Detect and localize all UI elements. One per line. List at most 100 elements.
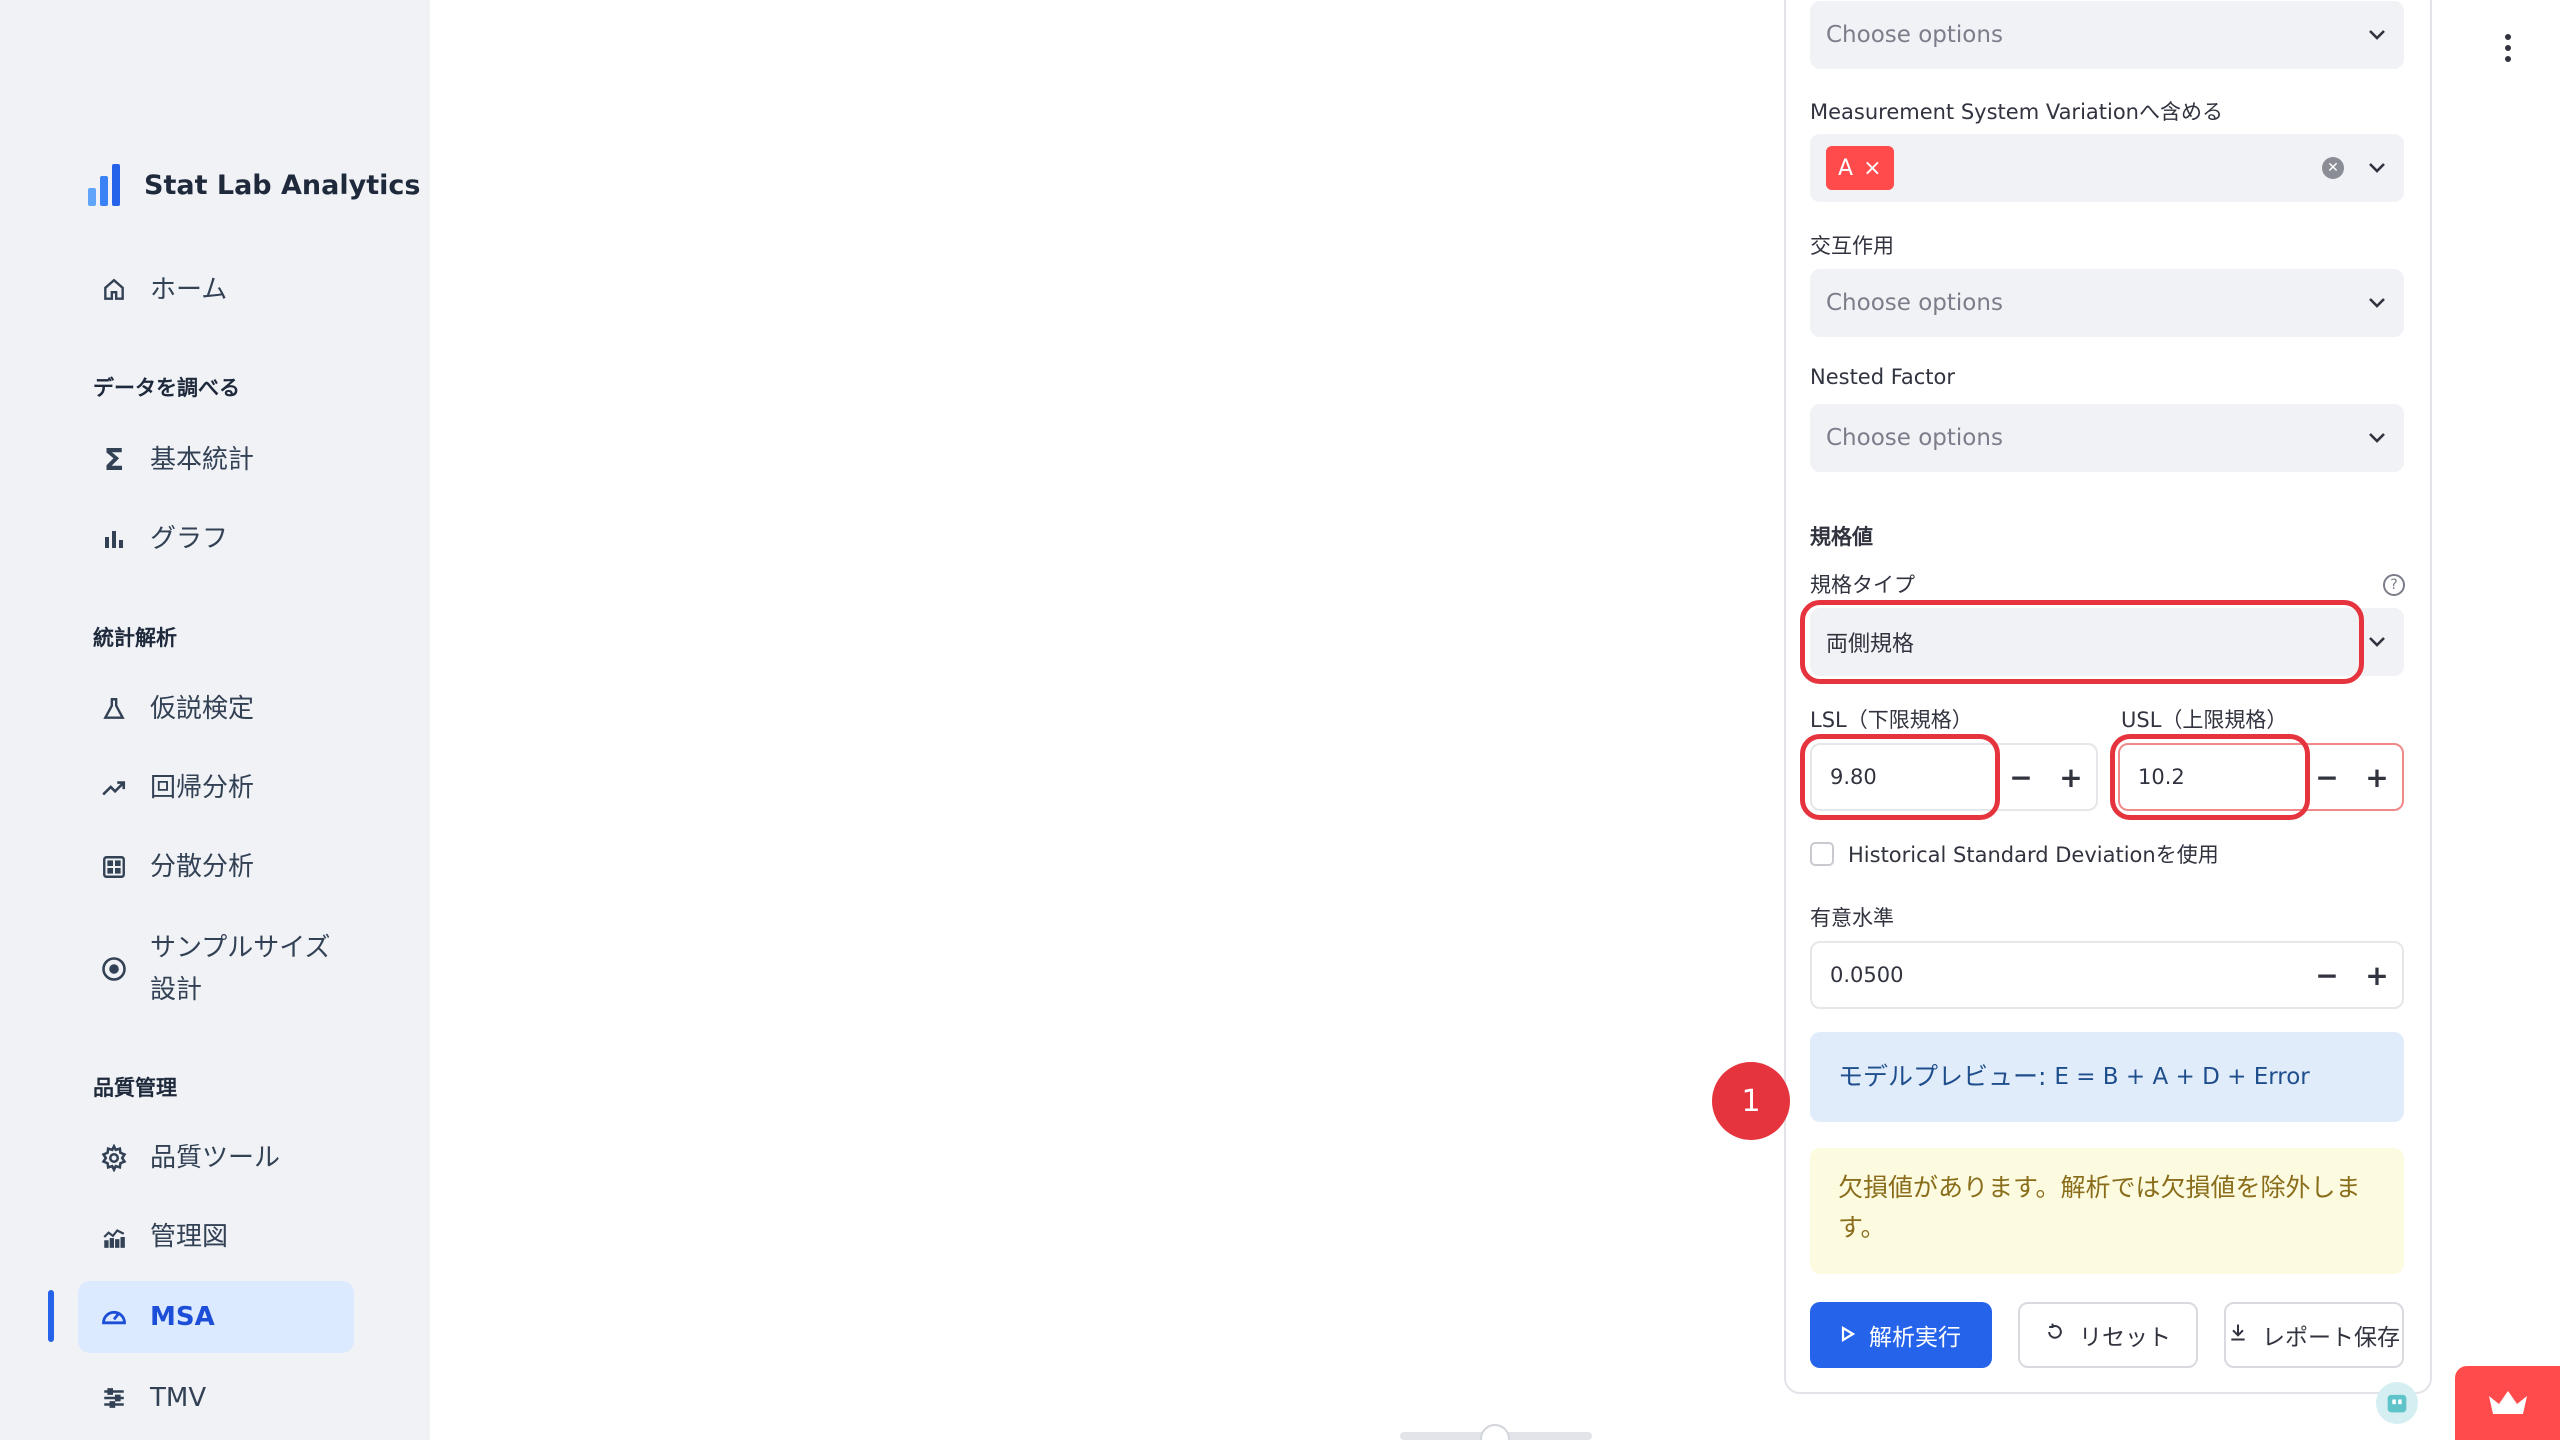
sidebar: Stat Lab Analytics ホーム データを調べる Σ 基本統計 グラ… [0, 0, 430, 1440]
sidebar-item-hypothesis[interactable]: 仮説検定 [78, 673, 354, 745]
spec-type-value: 両側規格 [1826, 632, 1915, 657]
spec-type-label: 規格タイプ [1810, 573, 1915, 597]
sidebar-item-label: サンプルサイズ 設計 [150, 933, 331, 1005]
chip-label: A [1838, 155, 1854, 181]
save-label: レポート保存 [2262, 1325, 2400, 1351]
missing-value-warning: 欠損値があります。解析では欠損値を除外します。 [1810, 1148, 2404, 1274]
sliders-icon [78, 1385, 150, 1411]
alpha-decrement-button[interactable]: − [2302, 943, 2352, 1007]
reset-label: リセット [2079, 1325, 2171, 1351]
alpha-increment-button[interactable]: + [2352, 943, 2402, 1007]
sidebar-item-label: 仮説検定 [150, 694, 255, 724]
selected-chip[interactable]: A × [1826, 146, 1894, 190]
chevron-down-icon [2366, 157, 2388, 179]
section-title-quality: 品質管理 [93, 1076, 177, 1100]
flask-icon [78, 696, 150, 722]
model-preview-alert: モデルプレビュー: E = B + A + D + Error [1810, 1032, 2404, 1122]
lsl-decrement-button[interactable]: − [1996, 745, 2046, 809]
bar-chart-icon [78, 527, 150, 551]
select-placeholder: Choose options [1826, 425, 2003, 451]
alpha-number-input[interactable]: 0.0500 − + [1810, 941, 2404, 1009]
reset-icon [2045, 1322, 2065, 1348]
sigma-icon: Σ [103, 442, 125, 478]
save-report-button[interactable]: レポート保存 [2224, 1302, 2404, 1368]
sidebar-item-label: TMV [150, 1383, 207, 1413]
app-name: Stat Lab Analytics [144, 169, 421, 201]
sidebar-item-label: ホーム [150, 275, 228, 305]
top-multiselect[interactable]: Choose options [1810, 1, 2404, 69]
sidebar-item-label: 品質ツール [150, 1143, 281, 1173]
nested-label: Nested Factor [1810, 365, 1956, 389]
app-mascot-icon [2376, 1382, 2418, 1424]
active-indicator [48, 1290, 54, 1342]
spec-type-select[interactable]: 両側規格 [1810, 608, 2404, 676]
chevron-down-icon [2366, 292, 2388, 314]
trend-up-icon [78, 775, 150, 801]
brand[interactable]: Stat Lab Analytics [88, 164, 420, 206]
sidebar-item-label: 基本統計 [150, 445, 255, 475]
sidebar-item-label: 回帰分析 [150, 773, 255, 803]
select-placeholder: Choose options [1826, 290, 2003, 316]
alpha-value[interactable]: 0.0500 [1812, 963, 2302, 987]
interaction-multiselect[interactable]: Choose options [1810, 269, 2404, 337]
help-icon[interactable]: ? [2383, 574, 2405, 596]
msv-label: Measurement System Variationへ含める [1810, 100, 2223, 124]
chevron-down-icon [2366, 631, 2388, 653]
section-title-explore: データを調べる [93, 376, 240, 400]
sidebar-item-anova[interactable]: 分散分析 [78, 831, 354, 903]
sidebar-item-quality-tools[interactable]: 品質ツール [78, 1122, 354, 1194]
sidebar-item-graph[interactable]: グラフ [78, 503, 354, 575]
chevron-down-icon [2366, 24, 2388, 46]
play-icon [1841, 1322, 1856, 1348]
gear-icon [78, 1144, 150, 1172]
resize-knob[interactable] [1480, 1424, 1510, 1440]
sidebar-item-label: 分散分析 [150, 852, 255, 882]
select-placeholder: Choose options [1826, 22, 2003, 48]
usl-label: USL（上限規格） [2121, 708, 2288, 732]
chip-remove-icon[interactable]: × [1863, 156, 1881, 181]
reset-button[interactable]: リセット [2018, 1302, 2198, 1368]
model-preview-prefix: モデルプレビュー: [1838, 1062, 2055, 1091]
download-icon [2228, 1322, 2248, 1348]
lsl-number-input[interactable]: 9.80 − + [1810, 743, 2098, 811]
sidebar-item-label: グラフ [150, 524, 229, 554]
annotation-badge: 1 [1712, 1062, 1790, 1140]
chip-container: A × [1826, 146, 2322, 190]
kebab-menu-icon[interactable] [2498, 34, 2518, 62]
sidebar-item-control-chart[interactable]: 管理図 [78, 1201, 354, 1273]
model-preview-formula: E = B + A + D + Error [2054, 1064, 2310, 1090]
sidebar-item-sample-size[interactable]: サンプルサイズ 設計 [78, 924, 354, 1014]
bar-chart-logo-icon [88, 164, 128, 206]
sidebar-item-home[interactable]: ホーム [78, 254, 354, 326]
target-icon [78, 955, 150, 983]
run-label: 解析実行 [1869, 1325, 1961, 1351]
historical-sd-label: Historical Standard Deviationを使用 [1848, 843, 2219, 867]
alpha-label: 有意水準 [1810, 906, 1894, 930]
usl-value[interactable]: 10.2 [2120, 765, 2302, 789]
sidebar-item-label: 管理図 [150, 1222, 229, 1252]
lsl-label: LSL（下限規格） [1810, 708, 1973, 732]
home-icon [78, 277, 150, 303]
spec-section-heading: 規格値 [1810, 525, 1873, 549]
sidebar-item-label: MSA [150, 1302, 215, 1332]
interaction-label: 交互作用 [1810, 234, 1894, 258]
sidebar-item-tmv[interactable]: TMV [78, 1362, 354, 1434]
chevron-down-icon [2366, 427, 2388, 449]
crown-icon-button[interactable] [2455, 1366, 2560, 1440]
usl-number-input[interactable]: 10.2 − + [2118, 743, 2404, 811]
lsl-value[interactable]: 9.80 [1812, 765, 1996, 789]
control-chart-icon [78, 1224, 150, 1250]
run-analysis-button[interactable]: 解析実行 [1810, 1302, 1992, 1368]
historical-sd-checkbox[interactable] [1810, 842, 1834, 866]
usl-increment-button[interactable]: + [2352, 745, 2402, 809]
lsl-increment-button[interactable]: + [2046, 745, 2096, 809]
sidebar-item-regression[interactable]: 回帰分析 [78, 752, 354, 824]
usl-decrement-button[interactable]: − [2302, 745, 2352, 809]
gauge-icon [78, 1303, 150, 1331]
msv-multiselect[interactable]: A × ✕ [1810, 134, 2404, 202]
section-title-analysis: 統計解析 [93, 626, 177, 650]
clear-all-icon[interactable]: ✕ [2322, 157, 2344, 179]
sidebar-item-msa[interactable]: MSA [78, 1281, 354, 1353]
sidebar-item-basic-stats[interactable]: Σ 基本統計 [78, 424, 354, 496]
nested-multiselect[interactable]: Choose options [1810, 404, 2404, 472]
